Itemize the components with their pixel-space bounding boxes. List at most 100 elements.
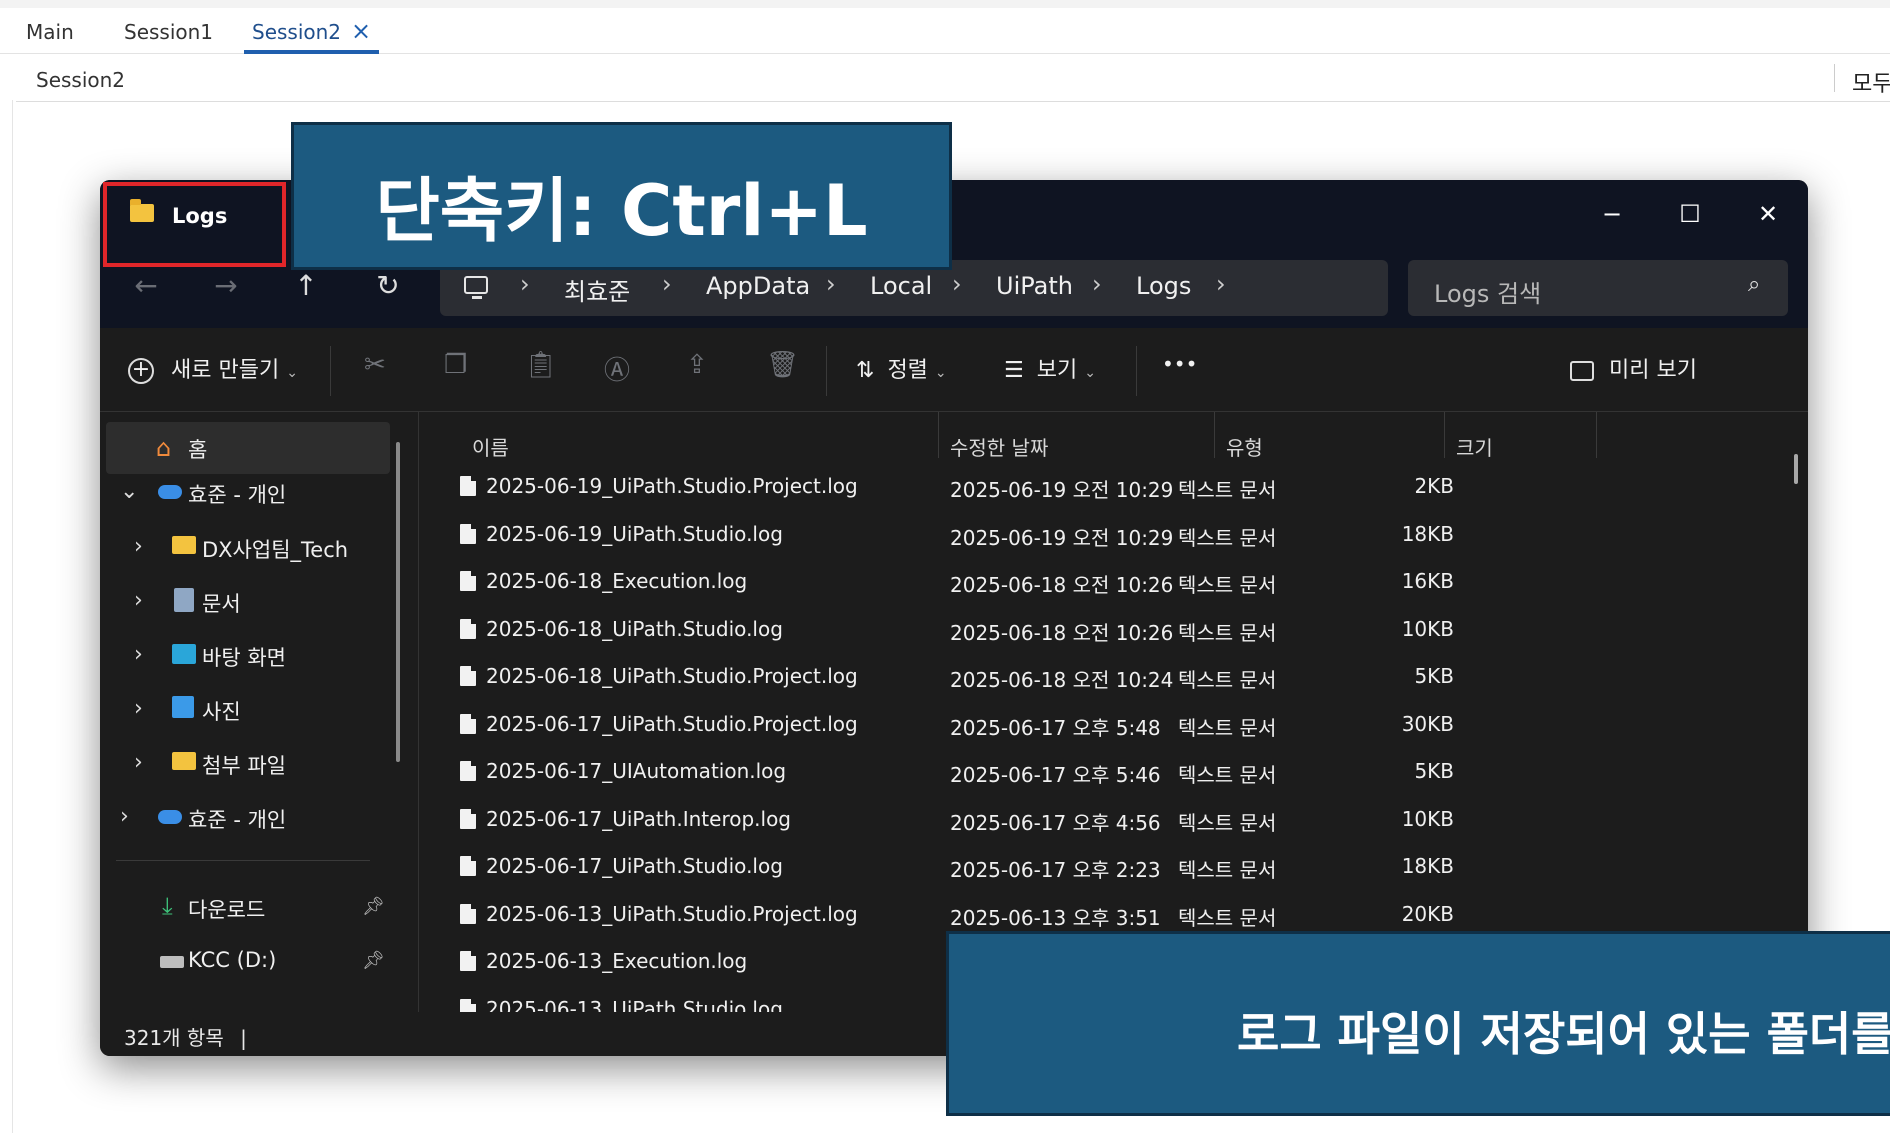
sidebar-item-desktop[interactable]: › 바탕 화면: [106, 630, 390, 682]
sidebar-item-onedrive[interactable]: ⌄ 효준 - 개인: [106, 467, 390, 519]
preview-pane-icon: [1570, 361, 1594, 381]
tab-session2[interactable]: Session2 ×: [244, 19, 380, 54]
breadcrumb-logs[interactable]: Logs: [1136, 272, 1191, 300]
file-row[interactable]: 2025-06-18_UiPath.Studio.Project.log 2025…: [460, 652, 1780, 700]
text-file-icon: [460, 666, 476, 686]
text-file-icon: [460, 761, 476, 781]
text-file-icon: [460, 808, 476, 829]
preview-label: 미리 보기: [1609, 358, 1697, 383]
refresh-button[interactable]: ↻: [366, 264, 410, 308]
sidebar-item-onedrive-2[interactable]: › 효준 - 개인: [106, 792, 390, 844]
share-icon[interactable]: ⇪: [686, 350, 708, 380]
session-header: Session2 모두: [16, 62, 1890, 102]
file-row[interactable]: 2025-06-17_UIAutomation.log 2025-06-17 오후…: [460, 747, 1780, 795]
chevron-right-icon[interactable]: ›: [134, 696, 143, 721]
forward-button[interactable]: →: [204, 264, 248, 308]
file-row[interactable]: 2025-06-19_UiPath.Studio.Project.log 2025…: [460, 462, 1780, 510]
file-size: 18KB: [1401, 521, 1454, 546]
text-file-icon: [460, 476, 476, 496]
toolbar-divider: [1136, 346, 1137, 396]
file-row[interactable]: 2025-06-18_Execution.log 2025-06-18 오전 10…: [460, 557, 1780, 605]
text-file-icon: [460, 713, 476, 734]
file-modified: 2025-06-18 오전 10:26: [950, 620, 1174, 645]
file-row[interactable]: 2025-06-17_UiPath.Studio.log 2025-06-17 오…: [460, 842, 1780, 890]
paste-icon[interactable]: 📋︎: [524, 350, 557, 380]
column-header-name[interactable]: 이름: [472, 432, 509, 461]
chevron-right-icon[interactable]: ›: [134, 642, 143, 667]
search-icon[interactable]: ⌕: [1748, 272, 1760, 297]
maximize-button[interactable]: ☐: [1670, 194, 1710, 234]
sidebar-item-drive-d[interactable]: KCC (D:) 📌︎: [106, 936, 390, 988]
close-window-button[interactable]: ✕: [1748, 194, 1788, 234]
sidebar-item-attachments[interactable]: › 첨부 파일: [106, 738, 390, 790]
home-icon: ⌂: [156, 434, 172, 462]
search-box[interactable]: Logs 검색 ⌕: [1408, 260, 1788, 316]
sidebar-item-label: 다운로드: [188, 898, 266, 922]
pictures-icon: [172, 696, 194, 718]
chevron-right-icon[interactable]: ›: [134, 750, 143, 775]
sidebar-scrollbar[interactable]: [396, 442, 400, 762]
file-size: 18KB: [1401, 854, 1454, 878]
sort-button[interactable]: ⇅ 정렬 ⌄: [856, 352, 947, 384]
rename-icon[interactable]: Ⓐ: [604, 350, 630, 387]
column-divider[interactable]: [1444, 412, 1445, 458]
up-button[interactable]: ↑: [284, 264, 328, 308]
folder-icon: [172, 752, 196, 770]
new-button-label: 새로 만들기: [171, 358, 280, 383]
column-header-size[interactable]: 크기: [1456, 432, 1493, 461]
breadcrumb-user[interactable]: 최효준: [564, 272, 630, 307]
file-name: 2025-06-13_Execution.log: [486, 949, 748, 973]
file-row[interactable]: 2025-06-19_UiPath.Studio.log 2025-06-19 오…: [460, 510, 1780, 558]
session-right-text[interactable]: 모두: [1852, 66, 1890, 98]
view-list-icon: ☰: [1004, 358, 1024, 383]
column-divider[interactable]: [938, 412, 939, 458]
item-count: 321개 항목 |: [124, 1026, 247, 1050]
column-divider[interactable]: [1214, 412, 1215, 458]
caption-callout: 로그 파일이 저장되어 있는 폴더를: [946, 931, 1890, 1116]
file-row[interactable]: 2025-06-17_UiPath.Interop.log 2025-06-17 …: [460, 795, 1780, 843]
file-modified: 2025-06-17 오후 5:46: [950, 763, 1161, 787]
column-header-type[interactable]: 유형: [1226, 432, 1263, 461]
outer-tab-bar: Main Session1 Session2 ×: [0, 0, 1890, 54]
minimize-button[interactable]: −: [1592, 194, 1632, 234]
sidebar-item-dx-tech[interactable]: › DX사업팀_Tech: [106, 522, 390, 574]
chevron-right-icon[interactable]: ›: [120, 804, 129, 829]
breadcrumb-uipath[interactable]: UiPath: [996, 272, 1073, 300]
column-divider[interactable]: [1596, 412, 1597, 458]
file-row[interactable]: 2025-06-17_UiPath.Studio.Project.log 2025…: [460, 700, 1780, 748]
pin-icon[interactable]: 📌︎: [362, 896, 385, 917]
file-name: 2025-06-19_UiPath.Studio.Project.log: [486, 474, 858, 498]
column-header-modified[interactable]: 수정한 날짜: [950, 432, 1048, 461]
chevron-down-icon[interactable]: ⌄: [120, 479, 138, 504]
view-button[interactable]: ☰ 보기 ⌄: [1004, 352, 1096, 384]
chevron-right-icon[interactable]: ›: [134, 588, 143, 613]
file-explorer-window: Logs − ☐ ✕ ← → ↑ ↻ › 최효준 › AppData › Loc…: [100, 180, 1808, 1056]
chevron-right-icon[interactable]: ›: [134, 534, 143, 559]
chevron-down-icon: ⌄: [1084, 365, 1096, 381]
back-button[interactable]: ←: [124, 264, 168, 308]
sidebar-item-pictures[interactable]: › 사진: [106, 684, 390, 736]
breadcrumb-appdata[interactable]: AppData: [706, 272, 810, 300]
file-row[interactable]: 2025-06-18_UiPath.Studio.log 2025-06-18 오…: [460, 605, 1780, 653]
cut-icon[interactable]: ✂: [364, 350, 386, 380]
pin-icon[interactable]: 📌︎: [362, 950, 385, 971]
breadcrumb-local[interactable]: Local: [870, 272, 932, 300]
copy-icon[interactable]: ❐: [444, 350, 467, 380]
tab-main[interactable]: Main: [26, 20, 74, 54]
text-file-icon: [460, 903, 476, 924]
new-button[interactable]: + 새로 만들기 ⌄: [128, 352, 298, 384]
text-file-icon: [460, 571, 476, 591]
sidebar-item-documents[interactable]: › 문서: [106, 576, 390, 628]
preview-pane-button[interactable]: 미리 보기: [1570, 352, 1697, 384]
file-type: 텍스트 문서: [1178, 668, 1277, 692]
more-options-button[interactable]: •••: [1162, 352, 1197, 376]
close-tab-icon[interactable]: ×: [351, 19, 371, 43]
delete-icon[interactable]: 🗑︎: [766, 350, 799, 380]
tab-session1[interactable]: Session1: [124, 20, 213, 54]
sidebar-item-downloads[interactable]: ⤓ 다운로드 📌︎: [106, 882, 390, 934]
sidebar-item-label: DX사업팀_Tech: [202, 538, 349, 562]
sidebar-item-label: 효준 - 개인: [188, 483, 287, 507]
file-list-scrollbar[interactable]: [1794, 454, 1798, 484]
file-type: 텍스트 문서: [1178, 525, 1277, 550]
search-input[interactable]: Logs 검색: [1434, 274, 1541, 309]
